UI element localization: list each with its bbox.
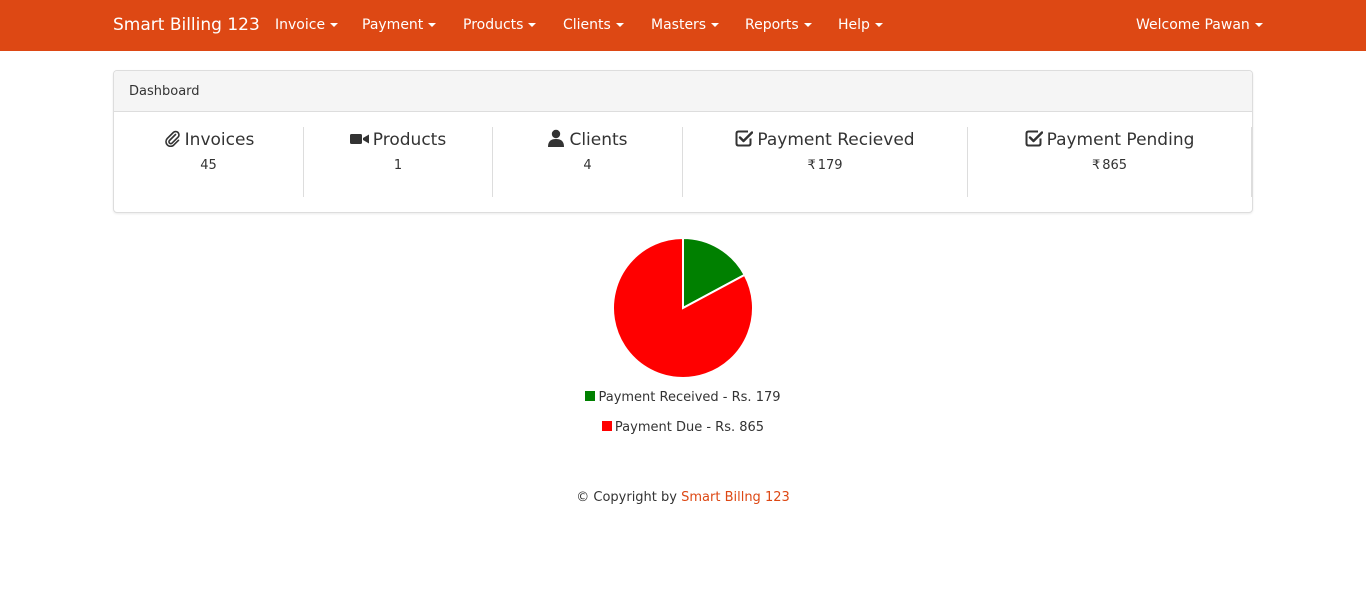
rupee-icon: ₹ — [807, 158, 816, 173]
legend-item-received: Payment Received - Rs. 179 — [0, 388, 1366, 408]
footer-link[interactable]: Smart Billng 123 — [681, 490, 790, 505]
stat-clients-value: 4 — [583, 158, 592, 173]
menu-reports[interactable]: Reports — [745, 0, 812, 51]
user-icon — [548, 129, 565, 147]
menu-clients[interactable]: Clients — [563, 0, 624, 51]
stat-clients: Clients 4 — [493, 127, 683, 197]
stat-payment-received-label: Payment Recieved — [757, 130, 915, 150]
menu-products-label: Products — [463, 17, 524, 33]
legend-swatch-received — [585, 391, 596, 401]
stat-clients-label: Clients — [569, 130, 628, 150]
caret-down-icon — [874, 23, 883, 27]
stat-products-label: Products — [372, 130, 447, 150]
caret-down-icon — [528, 23, 537, 27]
stat-payment-received: Payment Recieved ₹179 — [683, 127, 968, 197]
menu-masters[interactable]: Masters — [651, 0, 720, 51]
user-menu-label: Welcome Pawan — [1136, 17, 1250, 33]
menu-clients-label: Clients — [563, 17, 611, 33]
top-navbar: Smart Billing 123 Invoice Payment Produc… — [0, 0, 1366, 51]
caret-down-icon — [803, 23, 812, 27]
footer-copyright: © Copyright by — [576, 490, 677, 505]
stat-products-value: 1 — [393, 158, 403, 173]
footer: © Copyright by Smart Billng 123 — [0, 488, 1366, 508]
dashboard-panel: Dashboard Invoices 45 Products 1 Clients… — [113, 70, 1253, 213]
menu-help-label: Help — [838, 17, 870, 33]
menu-help[interactable]: Help — [838, 0, 883, 51]
brand-link[interactable]: Smart Billing 123 — [113, 0, 260, 51]
caret-down-icon — [1254, 23, 1263, 27]
rupee-icon: ₹ — [1091, 158, 1101, 173]
legend-swatch-due — [601, 421, 612, 431]
stat-payment-received-value: 179 — [817, 158, 843, 173]
stat-products: Products 1 — [304, 127, 493, 197]
payment-pie-chart — [612, 236, 754, 379]
check-square-icon — [1025, 130, 1043, 147]
video-camera-icon — [349, 134, 369, 144]
caret-down-icon — [615, 23, 624, 27]
stat-invoices-value: 45 — [200, 158, 217, 173]
menu-reports-label: Reports — [745, 17, 799, 33]
stat-payment-pending-value: 865 — [1102, 158, 1128, 173]
caret-down-icon — [330, 23, 339, 27]
legend-item-due: Payment Due - Rs. 865 — [0, 418, 1366, 438]
panel-heading: Dashboard — [114, 71, 1252, 112]
stat-payment-pending: Payment Pending ₹865 — [968, 127, 1252, 197]
menu-payment[interactable]: Payment — [362, 0, 437, 51]
menu-products[interactable]: Products — [463, 0, 537, 51]
user-menu[interactable]: Welcome Pawan — [1136, 0, 1263, 51]
stat-invoices: Invoices 45 — [114, 127, 304, 197]
check-square-icon — [735, 130, 754, 147]
legend-label-received: Payment Received - Rs. 179 — [598, 390, 781, 405]
caret-down-icon — [428, 23, 437, 27]
menu-masters-label: Masters — [651, 17, 707, 33]
menu-payment-label: Payment — [362, 17, 424, 33]
menu-invoice-label: Invoice — [275, 17, 326, 33]
paperclip-icon — [164, 130, 180, 148]
menu-invoice[interactable]: Invoice — [275, 0, 339, 51]
stat-payment-pending-label: Payment Pending — [1046, 130, 1195, 150]
legend-label-due: Payment Due - Rs. 865 — [614, 420, 765, 435]
stat-invoices-label: Invoices — [184, 130, 255, 150]
caret-down-icon — [711, 23, 720, 27]
